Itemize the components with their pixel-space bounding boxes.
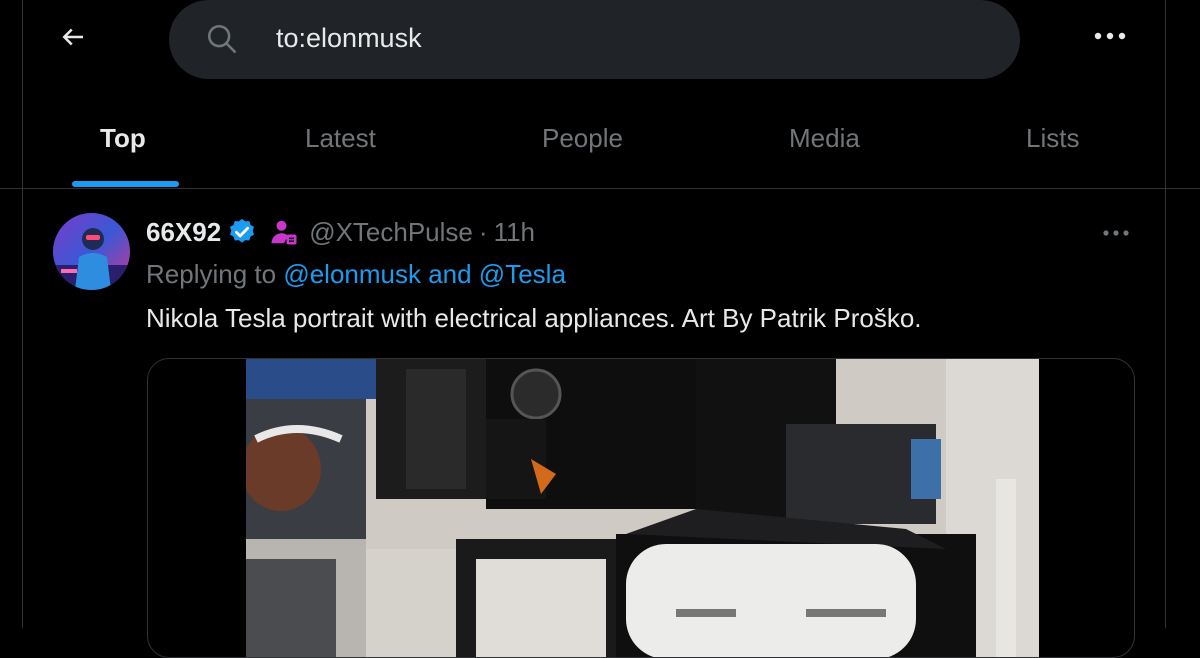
tweet-text: Nikola Tesla portrait with electrical ap… [146,303,922,333]
avatar[interactable] [53,213,130,290]
replying-to-line: Replying to @elonmusk and @Tesla [146,256,566,292]
active-tab-indicator [72,181,179,187]
tab-media[interactable]: Media [789,120,860,156]
tweet-more-button[interactable] [1094,218,1138,248]
tweet-media[interactable] [147,358,1135,658]
search-tabs: Top Latest People Media Lists [0,92,1200,189]
more-horizontal-icon [1103,230,1129,236]
search-icon [207,24,237,54]
arrow-left-icon [62,28,83,46]
reply-mentions-link[interactable]: @elonmusk and @Tesla [283,259,566,289]
tweet-header: 66X92 @XTechPulse · 11h [146,214,535,250]
search-query[interactable]: to:elonmusk [276,20,422,56]
tab-people[interactable]: People [542,120,623,156]
more-options-button[interactable] [1088,16,1132,56]
replying-prefix: Replying to [146,259,277,289]
avatar-image [53,213,130,290]
tab-latest[interactable]: Latest [305,120,376,156]
display-name[interactable]: 66X92 [146,217,221,248]
user-handle[interactable]: @XTechPulse [309,217,473,248]
back-button[interactable] [50,14,96,60]
tweet-timestamp[interactable]: 11h [494,217,535,248]
search-input[interactable]: to:elonmusk [169,0,1020,79]
affiliate-person-icon[interactable] [269,217,299,247]
tab-top[interactable]: Top [100,120,146,156]
video-thumbnail [246,359,1039,657]
separator-dot: · [478,216,488,247]
tab-lists[interactable]: Lists [1026,120,1079,156]
more-horizontal-icon [1094,32,1126,40]
video-player[interactable] [246,359,1039,657]
verified-badge-icon [230,218,255,243]
